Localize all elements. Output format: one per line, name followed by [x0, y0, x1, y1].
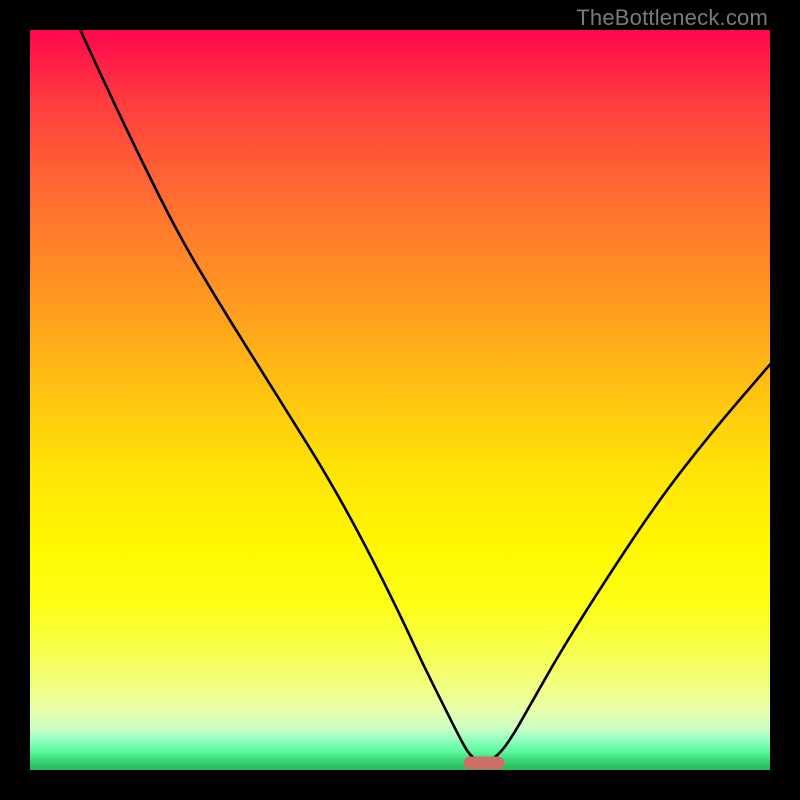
chart-frame: TheBottleneck.com [0, 0, 800, 800]
bottleneck-curve [30, 30, 770, 770]
watermark-text: TheBottleneck.com [576, 5, 768, 31]
plot-area [30, 30, 770, 770]
optimal-marker [463, 757, 504, 770]
